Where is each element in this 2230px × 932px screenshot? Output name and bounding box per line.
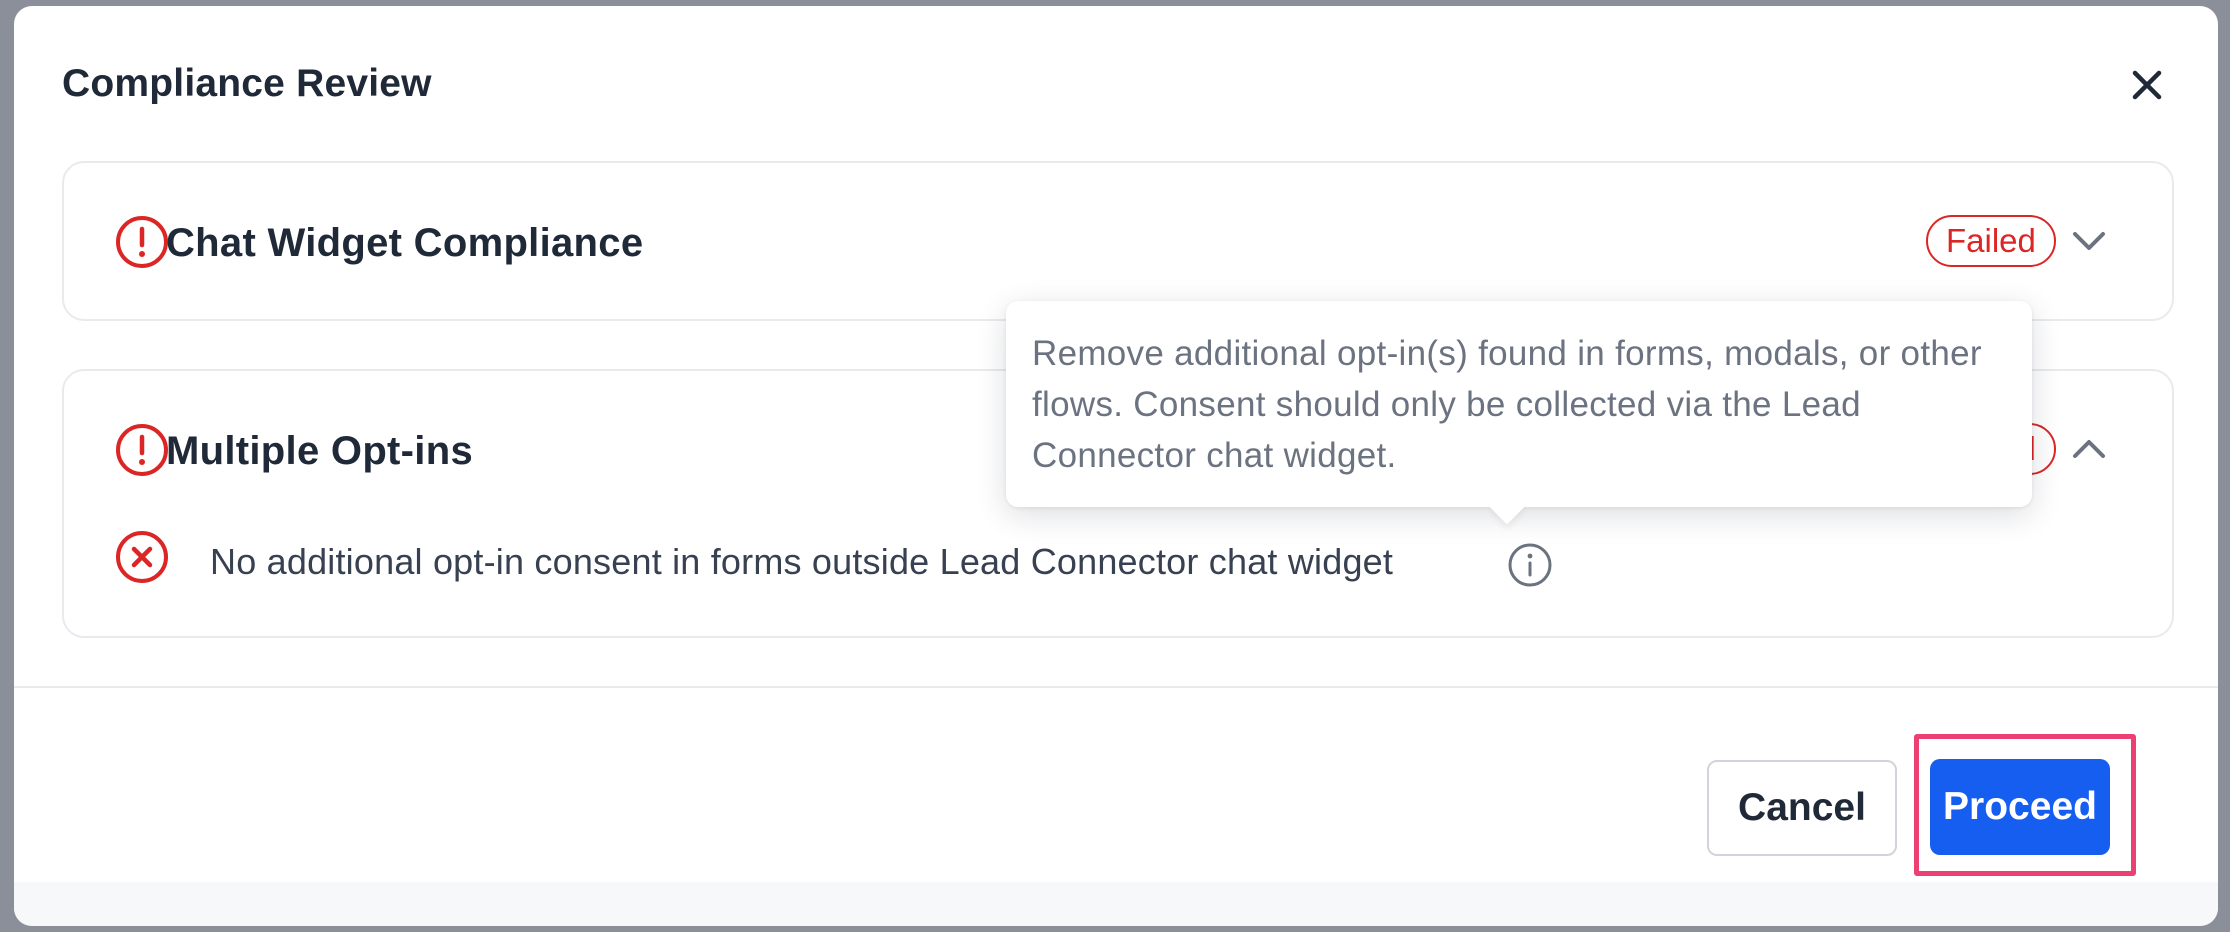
- status-badge-failed: Failed: [1926, 215, 2056, 267]
- close-icon: [2132, 70, 2162, 100]
- info-icon[interactable]: [1506, 541, 1554, 589]
- proceed-button[interactable]: Proceed: [1930, 759, 2110, 855]
- alert-circle-icon: [116, 424, 168, 476]
- close-button[interactable]: [2124, 62, 2170, 108]
- check-card-chat-widget-compliance[interactable]: Chat Widget Compliance Failed: [62, 161, 2174, 321]
- x-circle-icon: [116, 531, 168, 583]
- modal-header: Compliance Review: [14, 6, 2218, 156]
- footer-band: [14, 882, 2218, 926]
- modal-title: Compliance Review: [62, 62, 432, 105]
- alert-circle-icon: [116, 216, 168, 268]
- check-title: Multiple Opt-ins: [166, 429, 473, 473]
- cancel-button[interactable]: Cancel: [1707, 760, 1897, 856]
- info-tooltip: Remove additional opt-in(s) found in for…: [1006, 301, 2032, 525]
- compliance-review-modal: Compliance Review Chat Widget Compliance…: [14, 6, 2218, 926]
- tooltip-text: Remove additional opt-in(s) found in for…: [1032, 334, 1982, 475]
- check-title: Chat Widget Compliance: [166, 221, 644, 265]
- chevron-down-icon[interactable]: [2067, 219, 2111, 263]
- footer-divider: [14, 686, 2218, 688]
- criterion-text: No additional opt-in consent in forms ou…: [210, 541, 1394, 582]
- chevron-up-icon[interactable]: [2067, 427, 2111, 471]
